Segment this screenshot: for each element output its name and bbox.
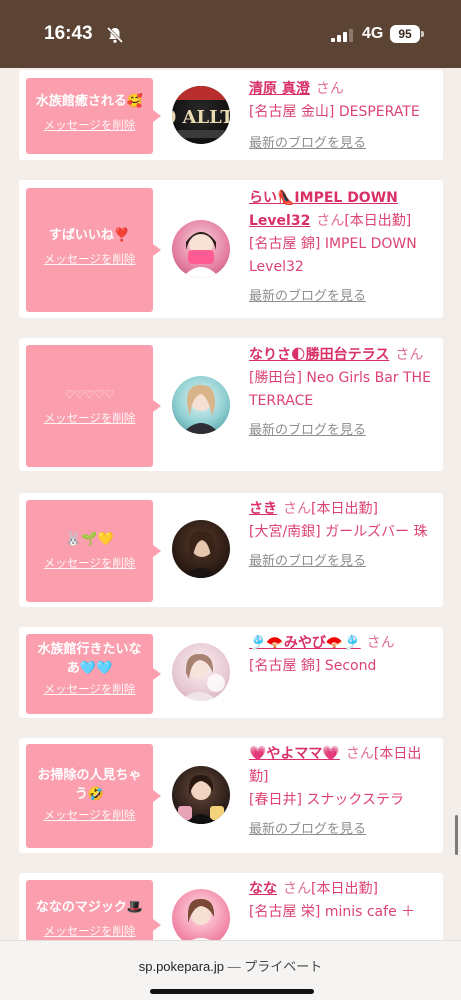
latest-blog-link[interactable]: 最新のブログを見る: [249, 423, 366, 438]
delete-message-link[interactable]: メッセージを削除: [44, 555, 136, 571]
message-bubble: ♡♡♡♡♡ メッセージを削除: [26, 345, 161, 467]
url-domain: sp.pokepara.jp: [138, 959, 225, 974]
cast-name-link[interactable]: なな: [249, 881, 277, 897]
shop-name: [名古屋 栄] minis cafe ＋: [249, 904, 416, 920]
message-bubble: 水族館癒される🥰 メッセージを削除: [26, 78, 161, 154]
avatar[interactable]: [172, 220, 230, 278]
on-duty-tag: [本日出勤]: [311, 501, 378, 517]
san-label: さん: [316, 213, 345, 229]
cast-name-link[interactable]: 🎐🪭みやび🪭🎐: [249, 635, 361, 651]
cast-name-link[interactable]: さき: [249, 501, 277, 517]
message-text: ななのマジック🎩: [35, 900, 144, 915]
message-card: ♡♡♡♡♡ メッセージを削除 なりさ🌓勝田台テラス さん [勝田台] Neo Gi…: [19, 338, 443, 471]
shop-name: [勝田台] Neo Girls Bar THE TERRACE: [249, 370, 431, 409]
cast-info: さき さん[本日出勤] [大宮/南銀] ガールズバー 珠 最新のブログを見る: [249, 498, 439, 573]
delete-message-link[interactable]: メッセージを削除: [44, 251, 136, 267]
message-text: 水族館行きたいなあ🩵🩵: [37, 642, 142, 676]
san-label: さん: [315, 81, 344, 97]
cast-name-link[interactable]: なりさ🌓勝田台テラス: [249, 347, 389, 363]
delete-message-link[interactable]: メッセージを削除: [44, 410, 136, 426]
san-label: さん: [366, 635, 395, 651]
san-label: さん: [283, 881, 311, 897]
latest-blog-link[interactable]: 最新のブログを見る: [249, 822, 366, 837]
signal-icon: [331, 27, 355, 46]
url-separator: —: [224, 959, 245, 974]
san-label: さん: [395, 347, 424, 363]
battery-icon: 95: [390, 25, 420, 43]
message-bubble: 水族館行きたいなあ🩵🩵 メッセージを削除: [26, 634, 161, 714]
cast-info: 💗やよママ💗 さん[本日出勤] [春日井] スナックステラ 最新のブログを見る: [249, 743, 439, 841]
message-card: 🐰🌱💛 メッセージを削除 さき さん[本日出勤] [大宮/南銀] ガールズバー 珠…: [19, 493, 443, 607]
avatar[interactable]: [172, 643, 230, 701]
browser-url-bar[interactable]: sp.pokepara.jp — プライベート: [0, 940, 461, 1000]
delete-message-link[interactable]: メッセージを削除: [44, 923, 136, 939]
scrollbar[interactable]: [455, 815, 458, 855]
message-bubble: 🐰🌱💛 メッセージを削除: [26, 500, 161, 602]
cast-info: なりさ🌓勝田台テラス さん [勝田台] Neo Girls Bar THE TER…: [249, 344, 439, 442]
message-bubble: お掃除の人見ちゃう🤣 メッセージを削除: [26, 744, 161, 848]
latest-blog-link[interactable]: 最新のブログを見る: [249, 136, 366, 151]
cast-info: らい👠IMPEL DOWN Level32 さん[本日出勤] [名古屋 錦] IM…: [249, 187, 439, 308]
message-bubble: ななのマジック🎩 メッセージを削除: [26, 880, 161, 940]
message-text: 水族館癒される🥰: [35, 94, 144, 109]
home-indicator[interactable]: [150, 989, 314, 994]
latest-blog-link[interactable]: 最新のブログを見る: [249, 289, 366, 304]
message-card: すばいいね❣️ メッセージを削除 らい👠IMPEL DOWN Level32 さん…: [19, 180, 443, 318]
cast-info: 清原 真澄 さん [名古屋 金山] DESPERATE 最新のブログを見る: [249, 78, 439, 155]
shop-name: [名古屋 錦] IMPEL DOWN Level32: [249, 236, 417, 275]
cast-name-link[interactable]: 清原 真澄: [249, 81, 310, 97]
message-card: お掃除の人見ちゃう🤣 メッセージを削除 💗やよママ💗 さん[本日出勤] [春日井]…: [19, 738, 443, 853]
on-duty-tag: [本日出勤]: [344, 213, 412, 229]
message-text: すばいいね❣️: [48, 228, 131, 243]
shop-name: [大宮/南銀] ガールズバー 珠: [249, 524, 428, 540]
shop-name: [名古屋 金山] DESPERATE: [249, 104, 420, 120]
avatar[interactable]: [172, 889, 230, 940]
bell-off-icon: [106, 26, 124, 48]
avatar-badge-text: 3000 ALLTIME: [172, 107, 230, 128]
delete-message-link[interactable]: メッセージを削除: [44, 681, 136, 697]
cast-info: なな さん[本日出勤] [名古屋 栄] minis cafe ＋: [249, 878, 439, 924]
message-text: ♡♡♡♡♡: [64, 388, 115, 401]
avatar[interactable]: [172, 520, 230, 578]
avatar[interactable]: 3000 ALLTIME: [172, 86, 230, 144]
message-bubble: すばいいね❣️ メッセージを削除: [26, 188, 161, 312]
cast-name-link[interactable]: 💗やよママ💗: [249, 746, 340, 762]
message-feed: 水族館癒される🥰 メッセージを削除 3000 ALLTIME 清原 真澄さん […: [0, 68, 461, 940]
status-time: 16:43: [44, 23, 93, 44]
private-mode-label: プライベート: [244, 959, 323, 974]
message-card: 水族館行きたいなあ🩵🩵 メッセージを削除 🎐🪭みやび🪭🎐 さん [名古屋 錦] S…: [19, 627, 443, 718]
latest-blog-link[interactable]: 最新のブログを見る: [249, 554, 366, 569]
delete-message-link[interactable]: メッセージを削除: [44, 117, 136, 133]
san-label: さん: [283, 501, 311, 517]
avatar[interactable]: [172, 766, 230, 824]
status-bar: 16:43 4G 95: [0, 0, 461, 68]
shop-name: [名古屋 錦] Second: [249, 658, 377, 674]
delete-message-link[interactable]: メッセージを削除: [44, 807, 136, 823]
cast-info: 🎐🪭みやび🪭🎐 さん [名古屋 錦] Second: [249, 632, 439, 678]
network-type: 4G: [362, 25, 384, 42]
message-text: 🐰🌱💛: [65, 532, 114, 547]
url-text: sp.pokepara.jp — プライベート: [0, 956, 461, 975]
san-label: さん: [345, 746, 374, 762]
shop-name: [春日井] スナックステラ: [249, 792, 404, 808]
battery-tip: [421, 31, 424, 37]
message-card: ななのマジック🎩 メッセージを削除 なな さん[本日出勤] [名古屋 栄] min…: [19, 873, 443, 940]
message-card: 水族館癒される🥰 メッセージを削除 3000 ALLTIME 清原 真澄さん […: [19, 70, 443, 160]
on-duty-tag: [本日出勤]: [311, 881, 378, 897]
avatar[interactable]: [172, 376, 230, 434]
message-text: お掃除の人見ちゃう🤣: [37, 768, 142, 802]
